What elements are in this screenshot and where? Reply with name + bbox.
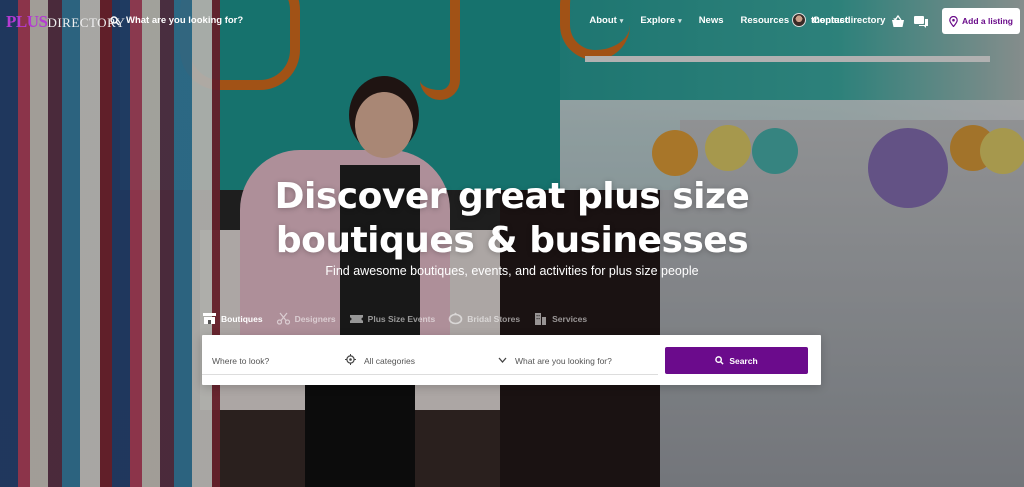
search-form: All categories Search [202,335,821,385]
chevron-down-icon: ▾ [678,18,682,25]
add-listing-button[interactable]: Add a listing [942,8,1020,34]
user-menu[interactable]: theplusdirectory ▾ [792,13,897,27]
hero-subtitle: Find awesome boutiques, events, and acti… [325,264,699,278]
search-icon [715,356,724,365]
logo-plus-text: PLUS [6,12,48,31]
tab-designers-label: Designers [294,313,336,324]
nav-explore-label: Explore [640,15,676,26]
tab-bridal-stores-label: Bridal Stores [467,313,521,324]
scissors-icon [276,312,290,325]
hero-title-line1: Discover great plus size [274,176,750,217]
tab-bridal-stores[interactable]: Bridal Stores [448,312,520,325]
tab-designers[interactable]: Designers [276,312,336,325]
avatar [792,13,806,27]
username: theplusdirectory [811,14,886,26]
site-header: PLUS DIRECTORY What are you looking for?… [0,0,1024,44]
tab-services-label: Services [552,313,588,324]
nav-resources-label: Resources [740,15,790,26]
ticket-icon [349,315,363,323]
location-pin-icon [949,15,958,27]
nav-news-label: News [698,15,724,26]
tab-boutiques[interactable]: Boutiques [202,312,263,325]
hero-title-line2: boutiques & businesses [275,220,749,261]
what-field [505,347,658,375]
category-tabs: Boutiques Designers Plus Size Events Bri… [202,312,587,325]
chat-icon[interactable] [913,14,929,30]
nav-about[interactable]: About ▾ [589,15,623,26]
what-input[interactable] [515,355,658,366]
hero-title: Discover great plus size boutiques & bus… [0,175,1024,263]
header-search[interactable]: What are you looking for? [110,15,243,26]
header-search-label: What are you looking for? [126,15,244,26]
nav-about-label: About [589,15,617,26]
category-select-value: All categories [364,355,416,366]
tab-plus-size-events-label: Plus Size Events [367,313,436,324]
tab-boutiques-label: Boutiques [221,313,263,324]
chevron-down-icon: ▾ [619,18,624,25]
basket-icon[interactable] [890,14,906,30]
site-logo[interactable]: PLUS DIRECTORY [6,12,125,32]
category-select[interactable]: All categories [354,347,509,375]
search-button[interactable]: Search [665,347,808,374]
tab-plus-size-events[interactable]: Plus Size Events [349,312,436,325]
search-icon [110,15,120,26]
storefront-icon [203,313,216,324]
nav-resources[interactable]: Resources▾ [741,15,796,26]
tab-services[interactable]: Services [533,312,587,325]
where-field [202,347,357,375]
ring-icon [448,312,463,325]
building-icon [535,313,547,325]
nav-news[interactable]: News [699,15,724,26]
nav-explore[interactable]: Explore ▾ [640,15,681,26]
search-button-label: Search [729,355,758,366]
add-listing-label: Add a listing [962,16,1013,26]
where-input[interactable] [212,355,357,366]
